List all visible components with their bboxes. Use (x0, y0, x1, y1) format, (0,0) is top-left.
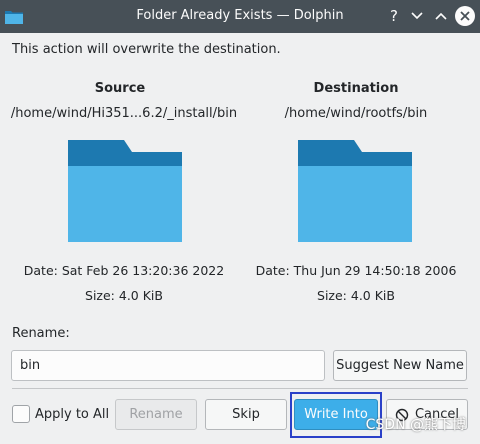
close-icon (460, 11, 470, 21)
maximize-button[interactable] (431, 6, 451, 26)
minimize-button[interactable] (407, 6, 427, 26)
destination-size: Size: 4.0 KiB (317, 288, 395, 303)
chevron-down-icon (411, 12, 423, 20)
suggest-new-name-button[interactable]: Suggest New Name (333, 350, 467, 381)
source-size: Size: 4.0 KiB (85, 288, 163, 303)
separator (12, 388, 468, 389)
help-button[interactable]: ? (384, 6, 404, 26)
rename-button[interactable]: Rename (115, 399, 197, 430)
rename-input[interactable] (11, 350, 325, 381)
apply-to-all-label[interactable]: Apply to All (35, 407, 109, 422)
destination-date: Date: Thu Jun 29 14:50:18 2006 (255, 263, 457, 278)
chevron-up-icon (435, 12, 447, 20)
source-path: /home/wind/Hi351...6.2/_install/bin (10, 106, 238, 121)
rename-label: Rename: (12, 326, 70, 341)
skip-button[interactable]: Skip (205, 399, 287, 430)
apply-to-all-checkbox[interactable] (12, 405, 30, 423)
overwrite-message: This action will overwrite the destinati… (12, 42, 281, 57)
destination-path: /home/wind/rootfs/bin (284, 106, 428, 121)
folder-icon (68, 140, 182, 242)
folder-icon (298, 140, 412, 242)
source-date: Date: Sat Feb 26 13:20:36 2022 (23, 263, 225, 278)
source-heading: Source (94, 81, 146, 96)
watermark: CSDN @熊下博 (365, 417, 466, 433)
dialog-window: Folder Already Exists — Dolphin ? This a… (0, 0, 480, 444)
destination-heading: Destination (313, 81, 399, 96)
close-button[interactable] (455, 6, 475, 26)
title-bar[interactable]: Folder Already Exists — Dolphin ? (0, 0, 480, 33)
